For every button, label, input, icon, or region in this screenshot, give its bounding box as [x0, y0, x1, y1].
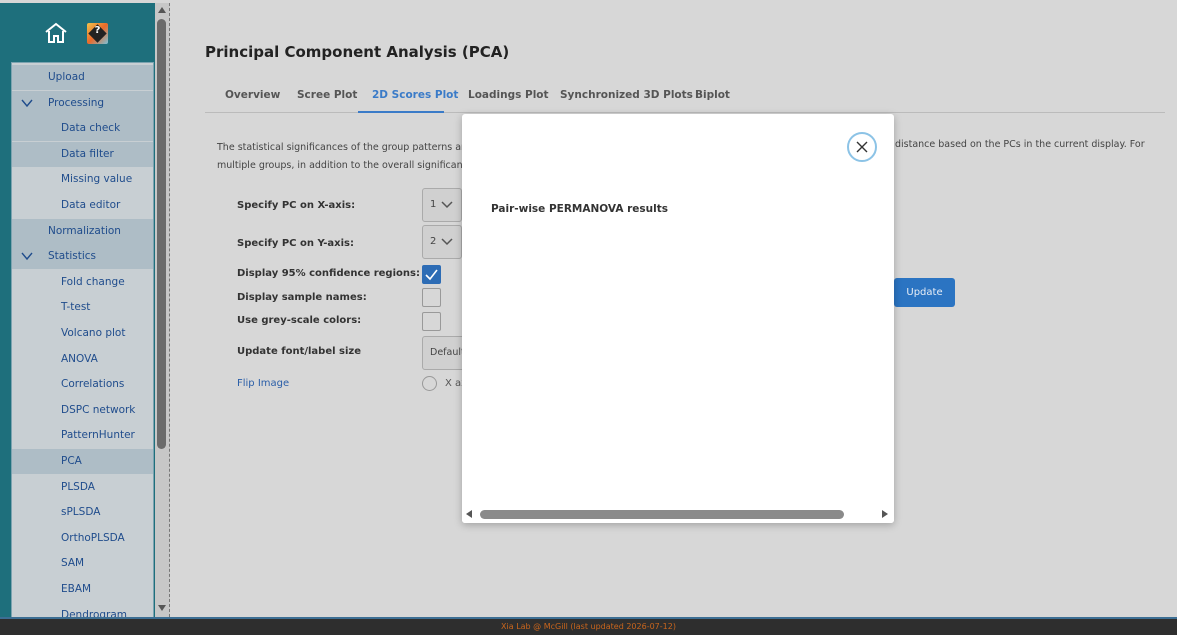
sidebar-item-fold-change[interactable]: Fold change	[12, 270, 153, 295]
y-axis-select[interactable]: 2	[422, 225, 462, 259]
sidebar-item-processing[interactable]: Processing	[12, 90, 153, 116]
sidebar-nav: Upload Processing Data check Data filter Mis…	[11, 62, 154, 620]
sidebar-item-label: Data filter	[61, 147, 114, 160]
tab-2d-scores-plot[interactable]: 2D Scores Plot	[372, 89, 458, 101]
sidebar-item-normalization[interactable]: Normalization	[12, 218, 153, 244]
flip-x-radio[interactable]	[422, 376, 437, 391]
sidebar-item-label: Fold change	[61, 275, 125, 288]
close-button[interactable]	[847, 132, 877, 162]
sidebar-item-label: Missing value	[61, 173, 133, 186]
font-size-label: Update font/label size	[237, 346, 362, 357]
sidebar-item-label: Volcano plot	[61, 327, 126, 339]
x-axis-select[interactable]: 1	[422, 188, 462, 222]
tab-synchronized-3d-plots[interactable]: Synchronized 3D Plots	[560, 89, 693, 101]
sidebar-item-label: Statistics	[48, 250, 96, 263]
sidebar-item-label: T-test	[61, 301, 91, 314]
sidebar-item-label: DSPC network	[61, 403, 136, 416]
greyscale-label: Use grey-scale colors:	[237, 315, 362, 326]
x-axis-label: Specify PC on X-axis:	[237, 200, 356, 211]
sample-names-label: Display sample names:	[237, 292, 367, 303]
sidebar-item-label: PLSDA	[61, 480, 95, 493]
sidebar-item-label: ANOVA	[61, 352, 98, 365]
description-line-1: The statistical significances of the gro…	[217, 142, 471, 153]
font-size-select[interactable]: Default	[422, 336, 466, 370]
close-icon	[856, 141, 868, 153]
sidebar-item-label: Data editor	[61, 199, 121, 211]
modal-horizontal-scrollbar[interactable]	[462, 506, 894, 523]
sidebar-item-label: Processing	[48, 96, 105, 109]
sidebar-item-statistics[interactable]: Statistics	[12, 244, 153, 270]
scroll-left-arrow-icon[interactable]	[466, 510, 472, 518]
active-tab-indicator	[358, 111, 444, 113]
sidebar-item-dspc-network[interactable]: DSPC network	[12, 398, 153, 423]
modal-scroll-thumb[interactable]	[480, 510, 844, 519]
y-axis-value: 2	[430, 236, 437, 247]
footer: Xia Lab @ McGill (last updated 2026-07-1…	[0, 617, 1177, 635]
sidebar-item-pca[interactable]: PCA	[12, 449, 153, 474]
font-size-value: Default	[430, 347, 465, 358]
sidebar-item-anova[interactable]: ANOVA	[12, 347, 153, 372]
chevron-down-icon	[441, 201, 453, 209]
sidebar-item-volcano-plot[interactable]: Volcano plot	[12, 321, 153, 346]
sidebar-item-label: Upload	[48, 71, 85, 83]
sidebar-item-plsda[interactable]: PLSDA	[12, 475, 153, 500]
sidebar-item-label: PCA	[61, 455, 82, 467]
app-root: ? Upload Processing Data check Data filter M…	[0, 0, 1177, 635]
sidebar-item-label: Normalization	[48, 224, 121, 237]
description-text: The statistical significances of the gro…	[217, 139, 474, 175]
sidebar-item-sam[interactable]: SAM	[12, 551, 153, 576]
sidebar-item-label: Correlations	[61, 378, 125, 391]
scroll-up-arrow-icon[interactable]	[158, 7, 166, 13]
sidebar-item-t-test[interactable]: T-test	[12, 295, 153, 320]
x-axis-value: 1	[430, 199, 437, 210]
sample-names-checkbox[interactable]	[422, 288, 441, 307]
flip-image-label: Flip Image	[237, 378, 290, 389]
chevron-down-icon	[441, 238, 453, 246]
page-title: Principal Component Analysis (PCA)	[205, 43, 510, 61]
scroll-right-arrow-icon[interactable]	[882, 510, 888, 518]
sidebar-item-upload[interactable]: Upload	[12, 65, 153, 90]
update-button[interactable]: Update	[894, 278, 955, 307]
tab-loadings-plot[interactable]: Loadings Plot	[468, 89, 549, 101]
sidebar-item-label: OrthoPLSDA	[61, 531, 125, 544]
sidebar-item-label: Data check	[61, 122, 121, 135]
sidebar-item-data-filter[interactable]: Data filter	[12, 141, 153, 167]
confidence-regions-checkbox[interactable]	[422, 265, 441, 284]
scroll-thumb[interactable]	[157, 19, 166, 449]
sidebar-item-data-editor[interactable]: Data editor	[12, 193, 153, 218]
sidebar-item-splsda[interactable]: sPLSDA	[12, 500, 153, 525]
y-axis-label: Specify PC on Y-axis:	[237, 238, 354, 249]
home-icon[interactable]	[44, 21, 68, 45]
tab-overview[interactable]: Overview	[225, 89, 280, 101]
sidebar-item-label: EBAM	[61, 583, 92, 595]
sidebar-item-label: PatternHunter	[61, 429, 135, 442]
sidebar-item-data-check[interactable]: Data check	[12, 116, 153, 142]
sidebar-item-missing-value[interactable]: Missing value	[12, 167, 153, 192]
confidence-regions-label: Display 95% confidence regions:	[237, 268, 420, 279]
sidebar-item-correlations[interactable]: Correlations	[12, 372, 153, 397]
tab-biplot[interactable]: Biplot	[695, 89, 730, 101]
scroll-down-arrow-icon[interactable]	[158, 605, 166, 611]
modal-title: Pair-wise PERMANOVA results	[491, 203, 669, 215]
sidebar-item-label: sPLSDA	[61, 506, 101, 519]
left-panel: ? Upload Processing Data check Data filter M…	[0, 3, 155, 620]
sidebar-item-label: SAM	[61, 557, 85, 570]
sidebar-scrollbar[interactable]	[155, 3, 170, 617]
description-line-2: multiple groups, in addition to the over…	[217, 160, 474, 171]
chevron-down-icon[interactable]	[21, 251, 33, 261]
greyscale-checkbox[interactable]	[422, 312, 441, 331]
sidebar-item-patternhunter[interactable]: PatternHunter	[12, 423, 153, 448]
sidebar-item-ebam[interactable]: EBAM	[12, 577, 153, 602]
sidebar-item-orthoplsda[interactable]: OrthoPLSDA	[12, 526, 153, 551]
description-text-right: distance based on the PCs in the current…	[895, 139, 1145, 150]
tab-scree-plot[interactable]: Scree Plot	[297, 89, 357, 101]
chevron-down-icon[interactable]	[21, 98, 33, 108]
help-icon[interactable]: ?	[87, 23, 108, 44]
permanova-modal: Pair-wise PERMANOVA results	[462, 114, 894, 523]
tab-bar: Overview Scree Plot 2D Scores Plot Loadi…	[205, 85, 1165, 113]
footer-text: Xia Lab @ McGill (last updated 2026-07-1…	[501, 622, 676, 631]
checkmark-icon	[425, 269, 438, 281]
